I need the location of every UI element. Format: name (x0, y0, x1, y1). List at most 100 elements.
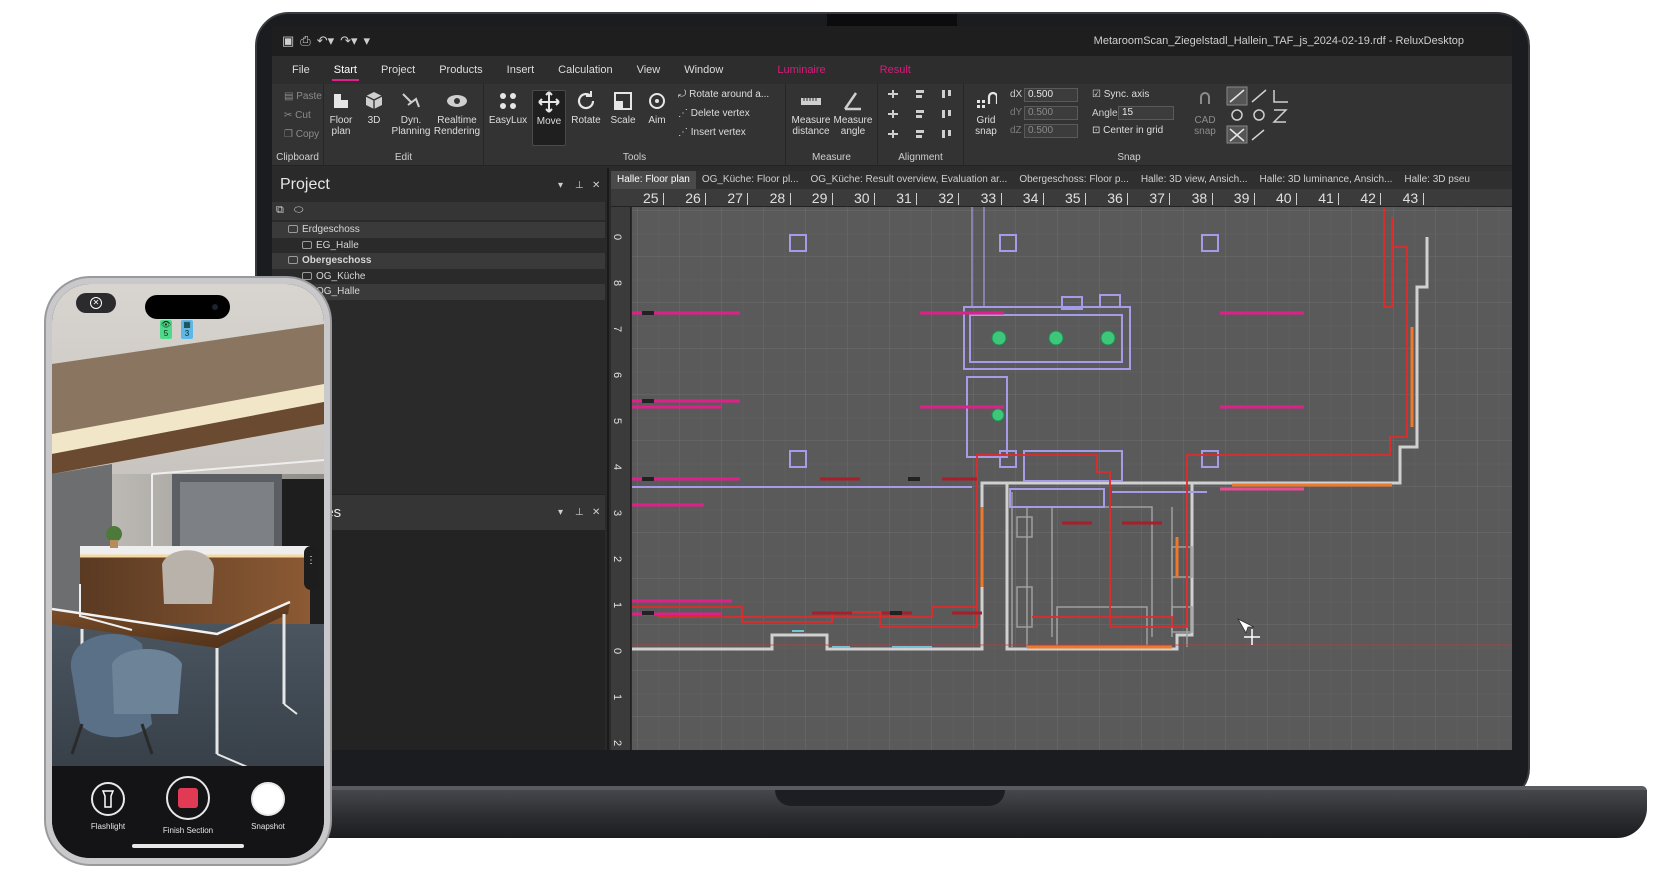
panel-splitter[interactable] (607, 168, 609, 750)
3d-button[interactable]: 3D (360, 90, 388, 126)
paste-button[interactable]: ▤ Paste (284, 90, 322, 104)
tab-og-kueche-floor-plan[interactable]: OG_Küche: Floor pl... (696, 171, 805, 189)
tab-halle-3d-view[interactable]: Halle: 3D view, Ansich... (1135, 171, 1254, 189)
rotate-button[interactable]: Rotate (568, 90, 604, 126)
copy-button[interactable]: ❐ Copy (284, 128, 319, 142)
project-toolbar: ⧉ ⬭ (272, 202, 605, 220)
ruler-tick-label: 30 (854, 190, 870, 206)
room-icon (302, 240, 312, 249)
tree-item-og-kueche[interactable]: OG_Küche (272, 269, 605, 285)
print-icon[interactable]: ⎙ (300, 33, 310, 49)
ruler-tick-label: 29 (811, 190, 828, 206)
checkbox-checked-icon: ☑ (1092, 89, 1104, 100)
ruler-vertical: 0 8 7 6 5 4 3 2 1 0 1 2 (611, 207, 631, 750)
ruler-tick-label: 40 (1276, 190, 1292, 206)
panel-close-icon[interactable]: ✕ (592, 180, 600, 191)
menu-insert[interactable]: Insert (495, 56, 547, 84)
eye-icon (447, 95, 467, 107)
easylux-icon (500, 93, 516, 109)
properties-dropdown-icon[interactable]: ▾ (558, 507, 563, 518)
cad-snap-button[interactable]: CAD snap (1190, 90, 1220, 137)
ruler-tick-label: 25 (643, 190, 659, 206)
center-in-grid-button[interactable]: ⊡ Center in grid (1092, 124, 1163, 138)
vertical-dots-icon: ⋮ (306, 555, 316, 566)
measure-label: Measure (812, 152, 851, 163)
floor-plan-button[interactable]: Floor plan (324, 90, 358, 137)
snap-mode-icons[interactable] (1226, 86, 1292, 144)
menu-file[interactable]: File (280, 56, 322, 84)
properties-close-icon[interactable]: ✕ (592, 507, 600, 518)
menu-view[interactable]: View (625, 56, 673, 84)
grid-snap-button[interactable]: Grid snap (968, 90, 1004, 137)
shapes-icon[interactable]: ⬭ (294, 204, 303, 217)
edit-label: Edit (394, 152, 413, 163)
ruler-tick-label: 7 (611, 325, 624, 333)
panel-dropdown-icon[interactable]: ▾ (558, 180, 563, 191)
redo-icon[interactable]: ↷▾ (340, 33, 357, 49)
close-button[interactable]: ✕ (76, 293, 116, 313)
snapshot-button[interactable]: Snapshot (228, 776, 308, 831)
snap-label: Snap (1117, 152, 1141, 163)
ruler-tick-label: 6 (611, 371, 624, 379)
move-button[interactable]: Move (532, 90, 566, 146)
dy-label: dY (1010, 107, 1023, 118)
tab-halle-3d-pseudo[interactable]: Halle: 3D pseu (1398, 171, 1476, 189)
menu-calculation[interactable]: Calculation (546, 56, 624, 84)
floor-icon (288, 225, 298, 234)
alignment-icons[interactable] (886, 88, 958, 144)
menu-luminaire[interactable]: Luminaire (765, 56, 837, 84)
measure-distance-button[interactable]: Measure distance (790, 90, 832, 137)
rotate-around-button[interactable]: ⤾ Rotate around a... (678, 88, 769, 102)
alignment-group: Alignment (878, 84, 964, 166)
flashlight-button[interactable]: Flashlight (68, 776, 148, 831)
tree-item-erdgeschoss[interactable]: Erdgeschoss (272, 222, 605, 238)
measure-angle-button[interactable]: Measure angle (832, 90, 874, 137)
cut-button[interactable]: ✂ Cut (284, 109, 311, 123)
ruler-tick-label: 33 (980, 190, 997, 206)
save-icon[interactable]: ▣ (282, 33, 294, 49)
app-window: ▣ ⎙ ↶▾ ↷▾ ▾ MetaroomScan_Ziegelstadl_Hal… (272, 26, 1512, 750)
tab-og-kueche-result[interactable]: OG_Küche: Result overview, Evaluation ar… (805, 171, 1014, 189)
undo-icon[interactable]: ↶▾ (317, 33, 334, 49)
insert-vertex-button[interactable]: ⋰ Insert vertex (678, 126, 746, 140)
finish-section-button[interactable]: Finish Section (148, 776, 228, 835)
ruler-tick-label: 32 (938, 190, 954, 206)
aim-button[interactable]: Aim (642, 90, 672, 126)
floor-plan-drawing[interactable] (632, 207, 1512, 750)
more-options-button[interactable]: ⋮ (304, 546, 318, 590)
center-grid-icon: ⊡ (1092, 125, 1104, 136)
menu-window[interactable]: Window (672, 56, 735, 84)
menu-start[interactable]: Start (322, 56, 369, 84)
dyn-planning-button[interactable]: Dyn. Planning (390, 90, 432, 137)
tab-obergeschoss-floor-plan[interactable]: Obergeschoss: Floor p... (1013, 171, 1135, 189)
tab-halle-3d-luminance[interactable]: Halle: 3D luminance, Ansich... (1254, 171, 1399, 189)
scale-icon (614, 92, 632, 110)
realtime-rendering-button[interactable]: Realtime Rendering (432, 90, 482, 137)
scale-button[interactable]: Scale (606, 90, 640, 126)
sync-axis-checkbox[interactable]: ☑ Sync. axis (1092, 88, 1149, 102)
ruler-tick-label: 37 (1149, 190, 1165, 206)
stage: ▣ ⎙ ↶▾ ↷▾ ▾ MetaroomScan_Ziegelstadl_Hal… (0, 0, 1659, 889)
menu-project[interactable]: Project (369, 56, 427, 84)
menu-result[interactable]: Result (868, 56, 923, 84)
easylux-button[interactable]: EasyLux (488, 90, 528, 126)
delete-vertex-button[interactable]: ⋰ Delete vertex (678, 107, 750, 121)
angle-input[interactable]: 15 (1118, 106, 1174, 120)
tab-halle-floor-plan[interactable]: Halle: Floor plan (611, 171, 696, 189)
tree-item-obergeschoss[interactable]: Obergeschoss (272, 253, 605, 269)
ruler-icon (801, 98, 821, 105)
floor-plan-canvas[interactable] (632, 207, 1512, 750)
layers-icon[interactable]: ⧉ (276, 204, 284, 217)
copy-icon: ❐ (284, 129, 296, 140)
menu-products[interactable]: Products (427, 56, 494, 84)
title-bar: ▣ ⎙ ↶▾ ↷▾ ▾ MetaroomScan_Ziegelstadl_Hal… (272, 26, 1512, 56)
tree-item-eg-halle[interactable]: EG_Halle (272, 238, 605, 254)
panel-pin-icon[interactable]: ⊥ (575, 180, 584, 191)
ruler-tick-label: 28 (769, 190, 786, 206)
dz-input[interactable]: 0.500 (1024, 124, 1078, 138)
properties-pin-icon[interactable]: ⊥ (575, 507, 584, 518)
customize-icon[interactable]: ▾ (364, 33, 371, 49)
dy-input[interactable]: 0.500 (1024, 106, 1078, 120)
eye-icon: 👁 (160, 320, 172, 329)
dx-input[interactable]: 0.500 (1024, 88, 1078, 102)
